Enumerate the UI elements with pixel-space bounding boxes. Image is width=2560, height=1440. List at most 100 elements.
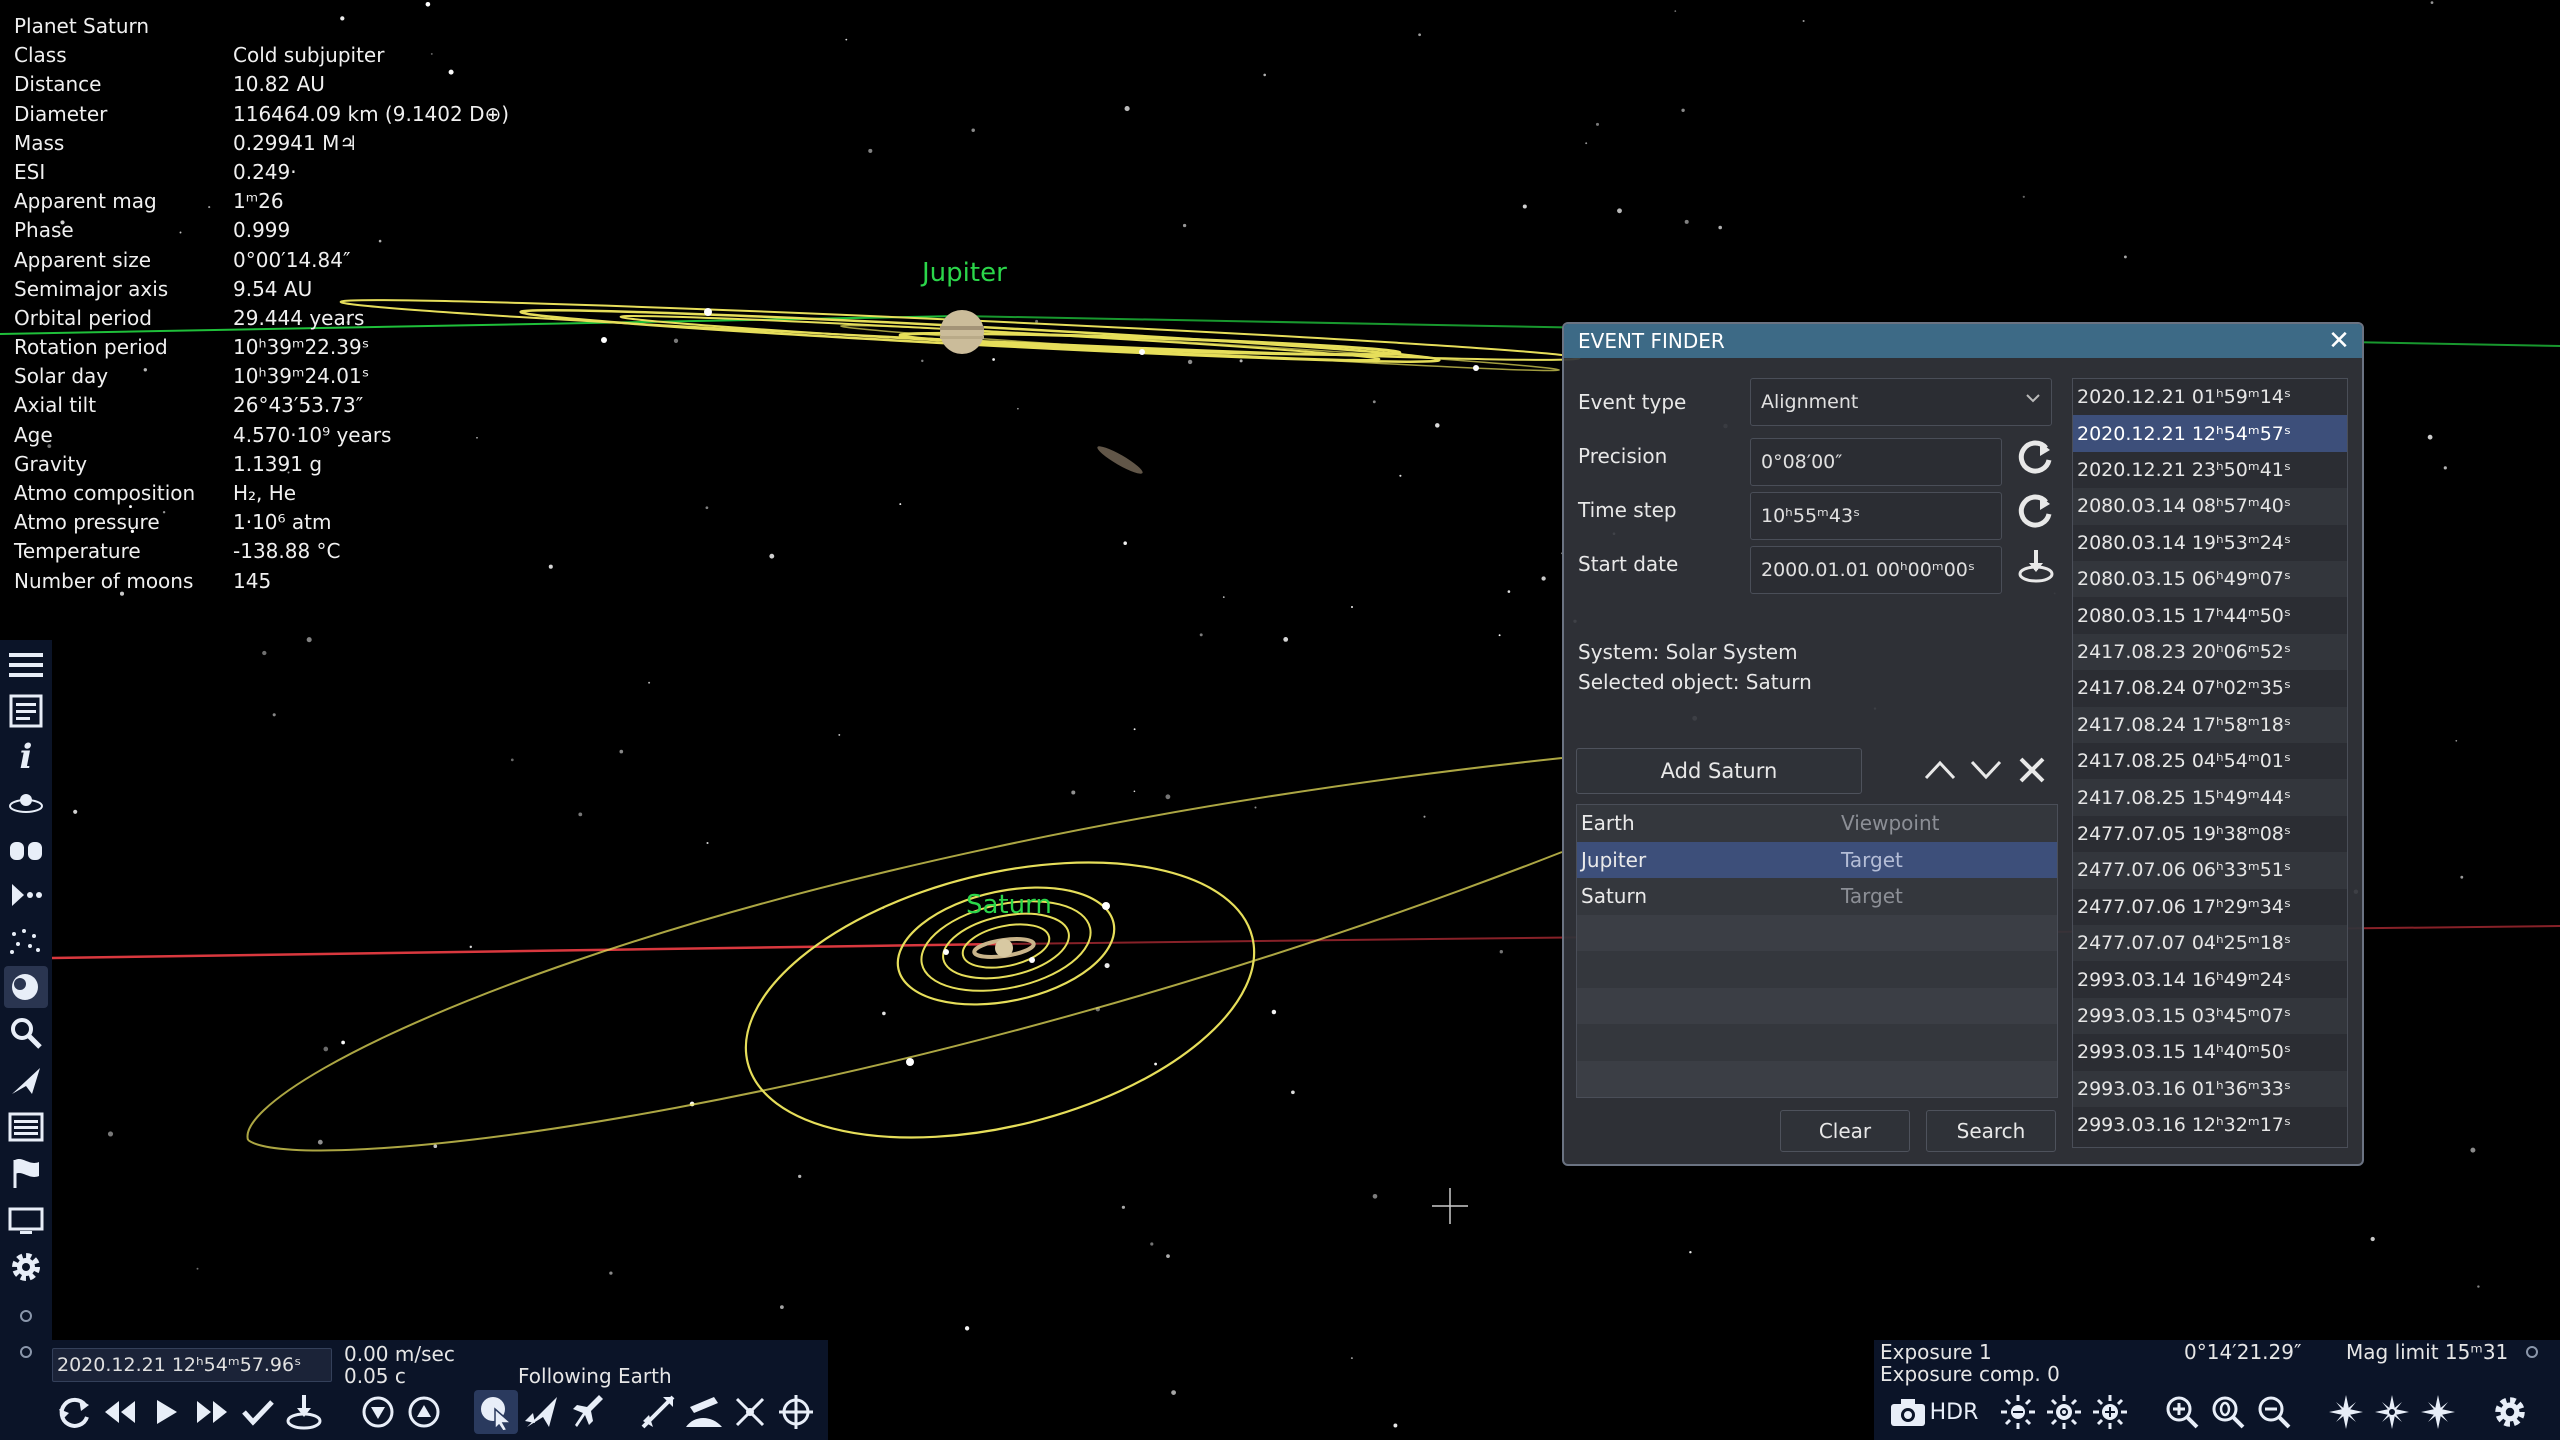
go-down-icon[interactable] (356, 1390, 400, 1434)
set-current-date-icon[interactable] (2014, 544, 2058, 588)
reverse-time-icon[interactable] (52, 1390, 96, 1434)
result-row[interactable]: 2477.07.06 17ʰ29ᵐ34ˢ (2073, 889, 2347, 925)
result-row[interactable]: 2080.03.15 17ʰ44ᵐ50ˢ (2073, 597, 2347, 633)
result-row[interactable]: 2020.12.21 01ʰ59ᵐ14ˢ (2073, 379, 2347, 415)
result-row[interactable]: 2993.03.15 03ʰ45ᵐ07ˢ (2073, 997, 2347, 1035)
object-row[interactable] (1577, 951, 2057, 987)
toolbar-dot-icon[interactable] (20, 1310, 32, 1322)
fast-forward-icon[interactable] (190, 1390, 234, 1434)
star (1423, 815, 1426, 818)
result-row[interactable]: 2417.08.24 07ʰ02ᵐ35ˢ (2073, 670, 2347, 706)
info-key: Gravity (14, 451, 88, 476)
info-icon[interactable]: i (4, 736, 48, 778)
result-row[interactable]: 2993.03.16 01ʰ36ᵐ33ˢ (2073, 1070, 2347, 1107)
start-date-input[interactable]: 2000.01.01 00ʰ00ᵐ00ˢ (1750, 546, 2002, 594)
clear-button[interactable]: Clear (1780, 1110, 1910, 1152)
dialog-title-bar[interactable]: EVENT FINDER ✕ (1564, 324, 2362, 358)
center-target-icon[interactable] (774, 1390, 818, 1434)
result-row[interactable]: 2080.03.14 08ʰ57ᵐ40ˢ (2073, 488, 2347, 525)
result-row[interactable]: 2477.07.07 04ʰ25ᵐ18ˢ (2073, 925, 2347, 962)
date-time-field[interactable]: 2020.12.21 12ʰ54ᵐ57.96ˢ (52, 1348, 332, 1382)
result-row[interactable]: 2417.08.23 20ʰ06ᵐ52ˢ (2073, 633, 2347, 671)
red-reference-line (51, 942, 1001, 960)
settings-gear-icon[interactable] (4, 1246, 48, 1288)
play-icon[interactable] (144, 1390, 188, 1434)
add-object-button[interactable]: Add Saturn (1576, 748, 1862, 794)
star-browser-icon[interactable] (4, 828, 48, 870)
result-row[interactable]: 2417.08.24 17ʰ58ᵐ18ˢ (2073, 706, 2347, 743)
object-row[interactable] (1577, 1060, 2057, 1097)
menu-icon[interactable] (4, 644, 48, 686)
telescope-icon[interactable] (4, 874, 48, 916)
move-down-icon[interactable] (1966, 750, 2006, 790)
reset-icon[interactable] (2014, 436, 2058, 480)
go-to-icon[interactable] (636, 1390, 680, 1434)
object-row[interactable] (1577, 987, 2057, 1024)
event-finder-icon[interactable] (4, 966, 48, 1008)
result-row[interactable]: 2020.12.21 12ʰ54ᵐ57ˢ (2073, 415, 2347, 452)
saturn-label[interactable]: Saturn (966, 890, 1052, 920)
zoom-in-icon[interactable] (2160, 1390, 2204, 1434)
toolbar-dot-icon[interactable] (20, 1346, 32, 1358)
precision-input[interactable]: 0°08′00″ (1750, 438, 2002, 486)
solar-system-browser-icon[interactable] (4, 782, 48, 824)
result-row[interactable]: 2993.03.15 14ʰ40ᵐ50ˢ (2073, 1034, 2347, 1070)
result-row[interactable]: 2080.03.15 06ʰ49ᵐ07ˢ (2073, 561, 2347, 598)
result-row[interactable]: 2080.03.14 19ʰ53ᵐ24ˢ (2073, 525, 2347, 561)
go-up-icon[interactable] (402, 1390, 446, 1434)
star-brightness-up-icon[interactable] (2416, 1390, 2460, 1434)
fov-text: 0°14′21.29″ (2184, 1340, 2302, 1364)
result-row[interactable]: 2417.08.25 15ʰ49ᵐ44ˢ (2073, 779, 2347, 816)
reset-icon[interactable] (2014, 490, 2058, 534)
magnifier-icon[interactable] (4, 1012, 48, 1054)
exposure-comp-text: Exposure comp. 0 (1880, 1362, 2060, 1386)
time-step-input[interactable]: 10ʰ55ᵐ43ˢ (1750, 492, 2002, 540)
plane-icon[interactable] (566, 1390, 610, 1434)
free-flight-icon[interactable] (520, 1390, 564, 1434)
zoom-out-icon[interactable] (2252, 1390, 2296, 1434)
exposure-text: Exposure 1 (1880, 1340, 1992, 1364)
zoom-reset-icon[interactable] (2206, 1390, 2250, 1434)
display-icon[interactable] (4, 1200, 48, 1242)
event-type-select[interactable]: Alignment (1750, 378, 2052, 426)
result-row[interactable]: 2477.07.06 06ʰ33ᵐ51ˢ (2073, 852, 2347, 889)
result-row[interactable]: 2477.07.05 19ʰ38ᵐ08ˢ (2073, 816, 2347, 852)
select-object-icon[interactable] (474, 1390, 518, 1434)
star-brightness-down-icon[interactable] (2324, 1390, 2368, 1434)
view-settings-gear-icon[interactable] (2488, 1390, 2532, 1434)
flag-icon[interactable] (4, 1152, 48, 1194)
star-brightness-reset-icon[interactable] (2370, 1390, 2414, 1434)
object-row[interactable] (1577, 1024, 2057, 1060)
result-row[interactable]: 2993.03.16 12ʰ32ᵐ17ˢ (2073, 1107, 2347, 1143)
info-value: 10.82 AU (233, 72, 325, 97)
toolbar-dot-icon[interactable] (2526, 1346, 2538, 1358)
real-time-check-icon[interactable] (236, 1390, 280, 1434)
star (2455, 739, 2458, 742)
result-row[interactable]: 2417.08.25 04ʰ54ᵐ01ˢ (2073, 743, 2347, 779)
move-up-icon[interactable] (1920, 750, 1960, 790)
nebula-icon[interactable] (4, 920, 48, 962)
set-current-time-icon[interactable] (282, 1390, 326, 1434)
object-row[interactable]: Earth Viewpoint (1577, 805, 2057, 841)
hdr-toggle[interactable]: HDR (1930, 1390, 1979, 1434)
close-icon[interactable]: ✕ (2326, 328, 2352, 354)
search-panel-icon[interactable] (4, 690, 48, 732)
script-icon[interactable] (4, 1106, 48, 1148)
spaceship-icon[interactable] (4, 1060, 48, 1102)
object-row[interactable]: Jupiter Target (1577, 841, 2057, 878)
camera-icon[interactable] (1886, 1390, 1930, 1434)
orbit-icon[interactable] (728, 1390, 772, 1434)
brightness-up-icon[interactable] (2088, 1390, 2132, 1434)
result-row[interactable]: 2993.03.14 16ʰ49ᵐ24ˢ (2073, 961, 2347, 997)
remove-object-icon[interactable] (2012, 750, 2052, 790)
brightness-down-icon[interactable] (1996, 1390, 2040, 1434)
land-icon[interactable] (682, 1390, 726, 1434)
result-row[interactable]: 2020.12.21 23ʰ50ᵐ41ˢ (2073, 452, 2347, 488)
search-button[interactable]: Search (1926, 1110, 2056, 1152)
jupiter-label[interactable]: Jupiter (922, 258, 1007, 288)
rewind-icon[interactable] (98, 1390, 142, 1434)
star (107, 1131, 114, 1137)
brightness-reset-icon[interactable] (2042, 1390, 2086, 1434)
object-row[interactable]: Saturn Target (1577, 878, 2057, 914)
object-row[interactable] (1577, 914, 2057, 951)
